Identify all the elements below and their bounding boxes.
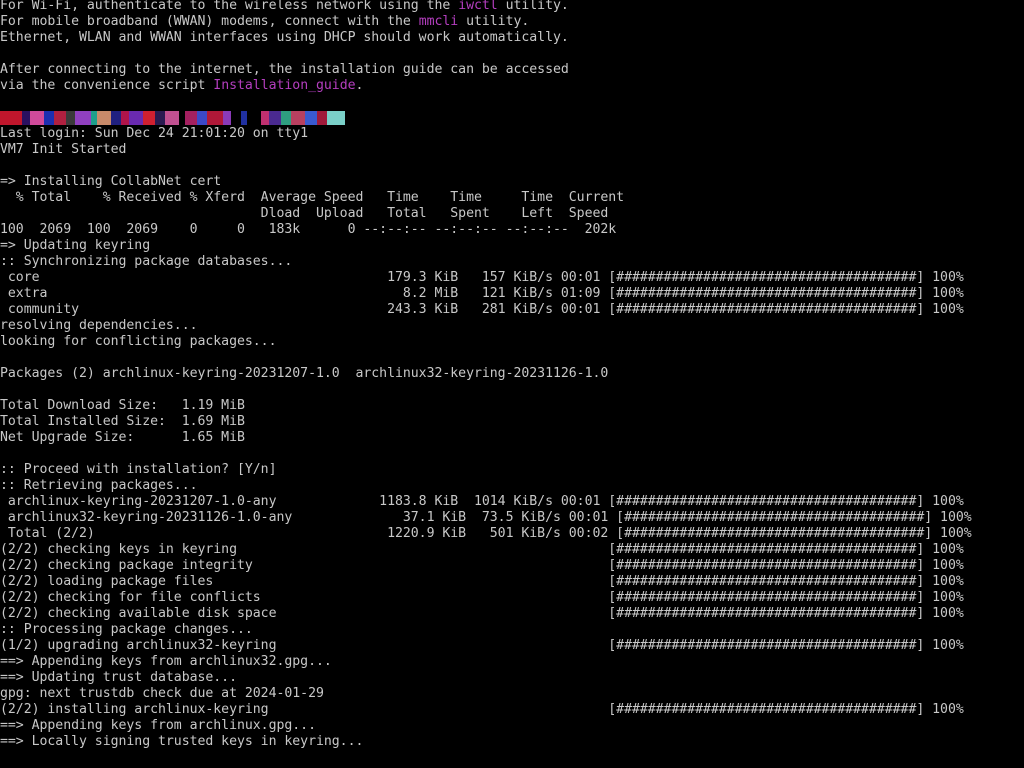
output-line: (2/2) checking keys in keyring [########…: [0, 542, 964, 557]
output-line: Total (2/2) 1220.9 KiB 501 KiB/s 00:02 […: [0, 526, 972, 541]
output-line: gpg: next trustdb check due at 2024-01-2…: [0, 686, 324, 701]
output-line: 100 2069 100 2069 0 0 183k 0 --:--:-- --…: [0, 222, 617, 237]
terminal-console[interactable]: For Wi-Fi, authenticate to the wireless …: [0, 0, 1024, 768]
output-line: => Updating keyring: [0, 238, 151, 253]
output-line: resolving dependencies...: [0, 318, 198, 333]
output-line: Net Upgrade Size: 1.65 MiB: [0, 430, 245, 445]
output-line: :: Proceed with installation? [Y/n]: [0, 462, 277, 477]
output-line: :: Retrieving packages...: [0, 478, 198, 493]
output-line: Last login: Sun Dec 24 21:01:20 on tty1: [0, 126, 309, 141]
output-line: Total Installed Size: 1.69 MiB: [0, 414, 245, 429]
output-line: (2/2) loading package files [###########…: [0, 574, 964, 589]
output-line: % Total % Received % Xferd Average Speed…: [0, 190, 625, 205]
output-line: Dload Upload Total Spent Left Speed: [0, 206, 609, 221]
output-line: ==> Appending keys from archlinux32.gpg.…: [0, 654, 332, 669]
intro-guide-line: After connecting to the internet, the in…: [0, 62, 569, 77]
output-line: => Installing CollabNet cert: [0, 174, 222, 189]
output-line: Packages (2) archlinux-keyring-20231207-…: [0, 366, 609, 381]
output-line: :: Synchronizing package databases...: [0, 254, 293, 269]
intro-wifi-line: For Wi-Fi, authenticate to the wireless …: [0, 0, 569, 13]
installation-guide-command: Installation_guide: [213, 78, 356, 93]
intro-dhcp-line: Ethernet, WLAN and WWAN interfaces using…: [0, 30, 569, 45]
iwctl-command: iwctl: [458, 0, 498, 13]
garbled-noise: [0, 111, 345, 125]
output-line: Total Download Size: 1.19 MiB: [0, 398, 245, 413]
output-line: ==> Appending keys from archlinux.gpg...: [0, 718, 316, 733]
garbled-output-line: [0, 110, 1024, 126]
output-line: looking for conflicting packages...: [0, 334, 277, 349]
output-line: VM7 Init Started: [0, 142, 127, 157]
output-line: community 243.3 KiB 281 KiB/s 00:01 [###…: [0, 302, 964, 317]
output-line: :: Processing package changes...: [0, 622, 253, 637]
output-line: archlinux-keyring-20231207-1.0-any 1183.…: [0, 494, 964, 509]
output-line: (2/2) checking for file conflicts [#####…: [0, 590, 964, 605]
output-line: (2/2) checking available disk space [###…: [0, 606, 964, 621]
terminal-output: Last login: Sun Dec 24 21:01:20 on tty1 V…: [0, 126, 1024, 750]
output-line: ==> Updating trust database...: [0, 670, 237, 685]
output-line: archlinux32-keyring-20231126-1.0-any 37.…: [0, 510, 972, 525]
output-line: ==> Locally signing trusted keys in keyr…: [0, 734, 364, 749]
output-line: extra 8.2 MiB 121 KiB/s 01:09 [#########…: [0, 286, 964, 301]
intro-guide-script-line: via the convenience script Installation_…: [0, 78, 364, 93]
mmcli-command: mmcli: [418, 14, 459, 29]
output-line: core 179.3 KiB 157 KiB/s 00:01 [########…: [0, 270, 964, 285]
output-line: (2/2) installing archlinux-keyring [####…: [0, 702, 964, 717]
output-line: (2/2) checking package integrity [######…: [0, 558, 964, 573]
output-line: (1/2) upgrading archlinux32-keyring [###…: [0, 638, 964, 653]
intro-wwan-line: For mobile broadband (WWAN) modems, conn…: [0, 14, 530, 29]
